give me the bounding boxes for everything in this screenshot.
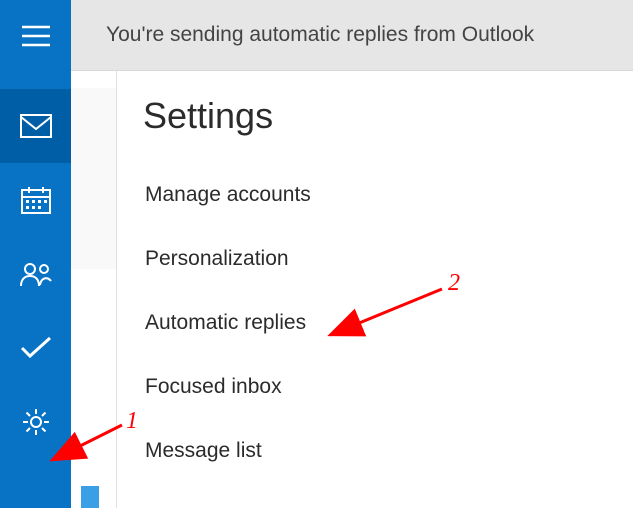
- people-icon: [19, 261, 53, 287]
- hamburger-menu-icon: [22, 25, 50, 47]
- mail-list-column: [71, 71, 117, 508]
- banner-text: You're sending automatic replies from Ou…: [106, 23, 534, 47]
- sidebar-check-button[interactable]: [0, 311, 71, 385]
- settings-title: Settings: [143, 95, 633, 137]
- settings-panel: Settings Manage accounts Personalization…: [117, 71, 633, 508]
- hamburger-button[interactable]: [0, 0, 71, 71]
- sidebar-calendar-button[interactable]: [0, 163, 71, 237]
- settings-item-manage-accounts[interactable]: Manage accounts: [143, 163, 633, 227]
- mail-icon: [20, 114, 52, 138]
- calendar-icon: [21, 186, 51, 214]
- sidebar-mail-button[interactable]: [0, 89, 71, 163]
- settings-item-message-list[interactable]: Message list: [143, 419, 633, 483]
- gear-icon: [21, 407, 51, 437]
- selection-indicator: [81, 486, 99, 508]
- settings-item-automatic-replies[interactable]: Automatic replies: [143, 291, 633, 355]
- settings-item-personalization[interactable]: Personalization: [143, 227, 633, 291]
- sidebar-people-button[interactable]: [0, 237, 71, 311]
- auto-reply-banner: You're sending automatic replies from Ou…: [71, 0, 633, 71]
- check-icon: [20, 336, 52, 360]
- app-sidebar: [0, 0, 71, 508]
- sidebar-settings-button[interactable]: [0, 385, 71, 459]
- settings-item-focused-inbox[interactable]: Focused inbox: [143, 355, 633, 419]
